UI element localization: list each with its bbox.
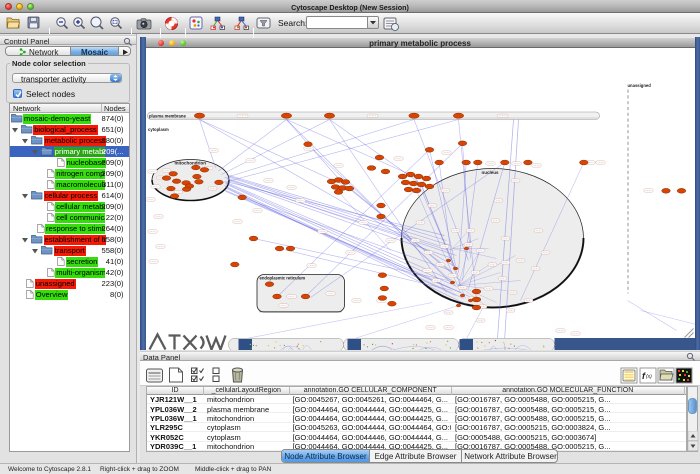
svg-text:mitochondrion: mitochondrion [174, 160, 206, 165]
svg-text:cytoplasm: cytoplasm [148, 127, 169, 132]
svg-text:nucleus: nucleus [481, 170, 499, 175]
svg-text:plasma membrane: plasma membrane [149, 113, 186, 118]
svg-text:unassigned: unassigned [627, 83, 651, 88]
svg-text:endoplasmic reticulum: endoplasmic reticulum [259, 275, 305, 280]
svg-text:(x): (x) [646, 374, 652, 380]
